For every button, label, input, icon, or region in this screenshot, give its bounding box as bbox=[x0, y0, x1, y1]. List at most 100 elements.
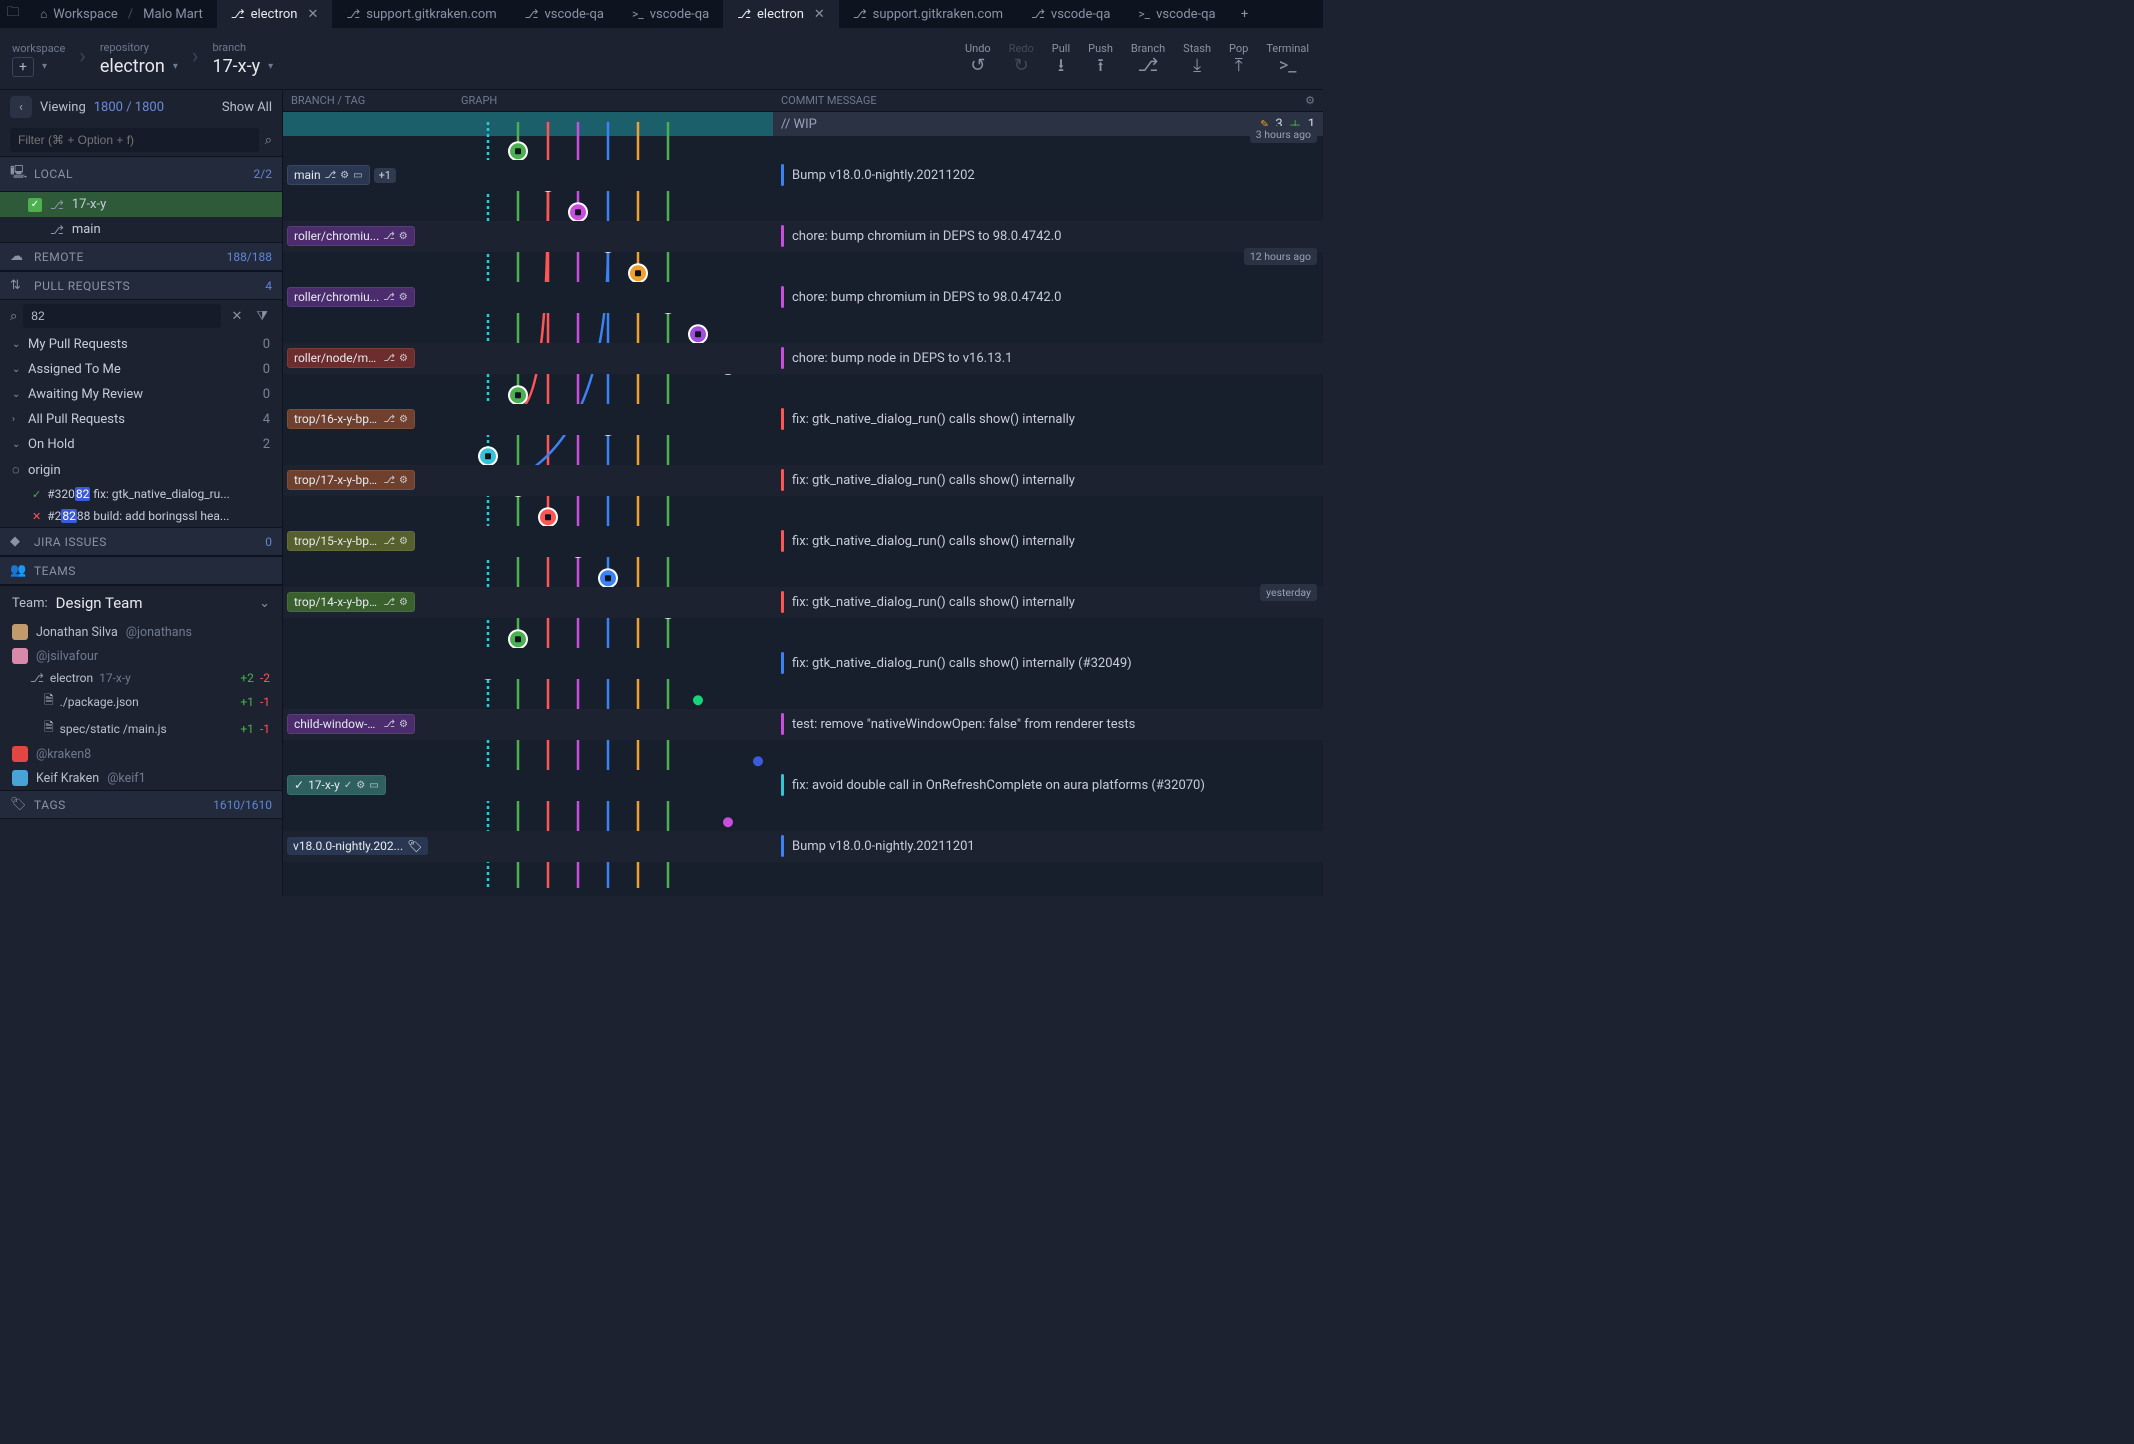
pr-item[interactable]: ✕#28288 build: add boringssl hea... bbox=[0, 505, 282, 527]
branch-button[interactable]: Branch⎇ bbox=[1131, 42, 1165, 75]
commit-color-bar bbox=[781, 530, 784, 552]
team-member[interactable]: @kraken8 bbox=[0, 742, 282, 766]
branch-icon: ⎇ bbox=[231, 7, 245, 21]
commit-row[interactable]: child-window-pr...⎇⚙test: remove "native… bbox=[283, 709, 1323, 740]
gear-icon[interactable]: ⚙ bbox=[1305, 94, 1323, 107]
add-tab-button[interactable]: + bbox=[1230, 7, 1260, 22]
plus-icon[interactable]: + bbox=[12, 57, 34, 77]
workspace-crumb[interactable]: workspace +▾ bbox=[12, 42, 65, 77]
filter-icon[interactable]: ⧩ bbox=[252, 309, 272, 324]
tab[interactable]: ⎇support.gitkraken.com bbox=[332, 0, 510, 28]
terminal-button[interactable]: Terminal>_ bbox=[1266, 42, 1309, 75]
time-marker: yesterday bbox=[1260, 584, 1317, 601]
commit-message: Bump v18.0.0-nightly.20211201 bbox=[792, 839, 975, 854]
member-file[interactable]: 🗎./package.json+1-1 bbox=[0, 688, 282, 715]
branch-chip[interactable]: roller/chromiu...⎇⚙ bbox=[287, 226, 415, 246]
close-icon[interactable]: ✕ bbox=[810, 7, 825, 22]
commit-row[interactable]: trop/16-x-y-bp-fi...⎇⚙fix: gtk_native_di… bbox=[283, 404, 1323, 435]
tab[interactable]: ⎇electron✕ bbox=[217, 0, 333, 28]
commit-row[interactable]: chore: bump chromium in DEPS to 98.0.474… bbox=[283, 892, 1323, 896]
commit-color-bar bbox=[781, 164, 784, 186]
count-badge: +1 bbox=[374, 168, 396, 183]
commit-message: Bump v18.0.0-nightly.20211202 bbox=[792, 168, 975, 183]
branch-chip[interactable]: trop/14-x-y-bp-fi...⎇⚙ bbox=[287, 592, 415, 612]
pr-origin[interactable]: ◌ origin bbox=[0, 457, 282, 483]
filter-input[interactable] bbox=[10, 128, 259, 152]
commit-row[interactable]: trop/15-x-y-bp-fi...⎇⚙ fix: gtk_native_di… bbox=[283, 526, 1323, 557]
close-icon[interactable]: ✕ bbox=[304, 7, 319, 22]
team-member[interactable]: Jonathan Silva@jonathans bbox=[0, 620, 282, 644]
clear-search-button[interactable]: ✕ bbox=[227, 309, 246, 324]
commit-row[interactable]: roller/chromiu...⎇⚙chore: bump chromium … bbox=[283, 221, 1323, 252]
show-all-button[interactable]: Show All bbox=[222, 100, 272, 115]
branch-icon: ⎇ bbox=[50, 223, 64, 237]
stash-button[interactable]: Stash⤓ bbox=[1183, 42, 1211, 75]
repository-crumb[interactable]: repository electron▾ bbox=[100, 41, 178, 77]
branch-chip[interactable]: roller/chromiu...⎇⚙ bbox=[287, 287, 415, 307]
branch-crumb[interactable]: branch 17-x-y▾ bbox=[212, 41, 273, 77]
pr-category[interactable]: ⌄Awaiting My Review0 bbox=[0, 382, 282, 407]
team-selector[interactable]: Team: Design Team ⌄ bbox=[0, 585, 282, 620]
commit-row[interactable]: roller/chromiu...⎇⚙chore: bump chromium … bbox=[283, 282, 1323, 313]
commit-row[interactable]: main⎇⚙▭ +1 Bump v18.0.0-nightly.20211202 bbox=[283, 160, 1323, 191]
tab[interactable]: >_vscode-qa bbox=[618, 0, 723, 28]
chevron-down-icon: ⌄ bbox=[259, 596, 270, 611]
folder-icon[interactable]: 🗀 bbox=[0, 3, 26, 25]
member-file[interactable]: 🗎spec/static /main.js+1-1 bbox=[0, 715, 282, 742]
team-member[interactable]: Keif Kraken@keif1 bbox=[0, 766, 282, 790]
tab[interactable]: ⎇vscode-qa bbox=[511, 0, 618, 28]
undo-button[interactable]: Undo↺ bbox=[965, 42, 991, 75]
pr-category[interactable]: ⌄My Pull Requests0 bbox=[0, 332, 282, 357]
commit-row[interactable]: roller/node/main⎇⚙chore: bump node in DE… bbox=[283, 343, 1323, 374]
wip-row[interactable]: // WIP ✎ 3 ＋ 1 bbox=[283, 112, 1323, 136]
tab-support-gitkraken-com[interactable]: ⎇support.gitkraken.com bbox=[839, 0, 1017, 28]
team-member[interactable]: @jsilvafour bbox=[0, 644, 282, 668]
pr-search-input[interactable] bbox=[23, 304, 221, 328]
commit-message: fix: gtk_native_dialog_run() calls show(… bbox=[792, 534, 1075, 549]
workspace-tab[interactable]: ⌂ Workspace / Malo Mart bbox=[26, 0, 217, 28]
commit-row[interactable]: trop/17-x-y-bp-fi...⎇⚙fix: gtk_native_di… bbox=[283, 465, 1323, 496]
ref-icon: ⎇ bbox=[383, 231, 395, 242]
push-button[interactable]: Push⭱ bbox=[1088, 42, 1113, 75]
branch-chip[interactable]: main⎇⚙▭ bbox=[287, 165, 370, 185]
pr-category[interactable]: ⌄Assigned To Me0 bbox=[0, 357, 282, 382]
branch-chip[interactable]: ✓17-x-y✓⚙▭ bbox=[287, 775, 386, 795]
local-section[interactable]: 🖳 LOCAL 2/2 bbox=[0, 156, 282, 192]
checkbox-icon: ✓ bbox=[28, 198, 42, 212]
search-icon[interactable]: ⌕ bbox=[259, 133, 272, 148]
commit-row[interactable]: fix: gtk_native_dialog_run() calls show(… bbox=[283, 648, 1323, 679]
ref-icon: ⎇ bbox=[384, 597, 396, 608]
tags-section[interactable]: 🏷 TAGS 1610/1610 bbox=[0, 790, 282, 819]
workspace-prefix: Workspace bbox=[53, 7, 118, 22]
tab-vscode-qa[interactable]: ⎇vscode-qa bbox=[1017, 0, 1124, 28]
commit-row[interactable]: ✓17-x-y✓⚙▭fix: avoid double call in OnRe… bbox=[283, 770, 1323, 801]
pr-category[interactable]: ⌄On Hold2 bbox=[0, 432, 282, 457]
commit-row[interactable]: v18.0.0-nightly.202...🏷 Bump v18.0.0-nigh… bbox=[283, 831, 1323, 862]
commit-color-bar bbox=[781, 408, 784, 430]
pr-item[interactable]: ✓#32082 fix: gtk_native_dialog_ru... bbox=[0, 483, 282, 505]
remote-section[interactable]: ☁ REMOTE 188/188 bbox=[0, 242, 282, 271]
commit-message: fix: gtk_native_dialog_run() calls show(… bbox=[792, 595, 1075, 610]
back-button[interactable]: ‹ bbox=[10, 96, 32, 118]
branch-chip[interactable]: trop/15-x-y-bp-fi...⎇⚙ bbox=[287, 531, 415, 551]
local-branch-main[interactable]: ⎇main bbox=[0, 217, 282, 242]
branch-chip[interactable]: roller/node/main⎇⚙ bbox=[287, 348, 415, 368]
member-branch[interactable]: ⎇electron17-x-y+2-2 bbox=[0, 668, 282, 688]
pull-button[interactable]: Pull⭳ bbox=[1052, 42, 1070, 75]
branch-chip[interactable]: trop/17-x-y-bp-fi...⎇⚙ bbox=[287, 470, 415, 490]
pull-requests-section[interactable]: ⇅ PULL REQUESTS 4 bbox=[0, 271, 282, 300]
local-branch-17-x-y[interactable]: ✓⎇17-x-y bbox=[0, 192, 282, 217]
branch-icon: ⎇ bbox=[30, 671, 44, 685]
tab-vscode-qa[interactable]: >_vscode-qa bbox=[1124, 0, 1229, 28]
pr-category[interactable]: ›All Pull Requests4 bbox=[0, 407, 282, 432]
jira-section[interactable]: ◆ JIRA ISSUES 0 bbox=[0, 527, 282, 556]
tag-chip[interactable]: v18.0.0-nightly.202...🏷 bbox=[287, 837, 428, 855]
tab-electron[interactable]: ⎇electron✕ bbox=[723, 0, 839, 28]
toolbar: workspace +▾ › repository electron▾ › br… bbox=[0, 28, 1323, 90]
branch-chip[interactable]: child-window-pr...⎇⚙ bbox=[287, 714, 415, 734]
teams-section[interactable]: 👥 TEAMS bbox=[0, 556, 282, 585]
ref-icon: ⎇ bbox=[384, 414, 396, 425]
branch-chip[interactable]: trop/16-x-y-bp-fi...⎇⚙ bbox=[287, 409, 415, 429]
pop-button[interactable]: Pop⤒ bbox=[1229, 42, 1248, 75]
commit-row[interactable]: trop/14-x-y-bp-fi...⎇⚙ fix: gtk_native_di… bbox=[283, 587, 1323, 618]
